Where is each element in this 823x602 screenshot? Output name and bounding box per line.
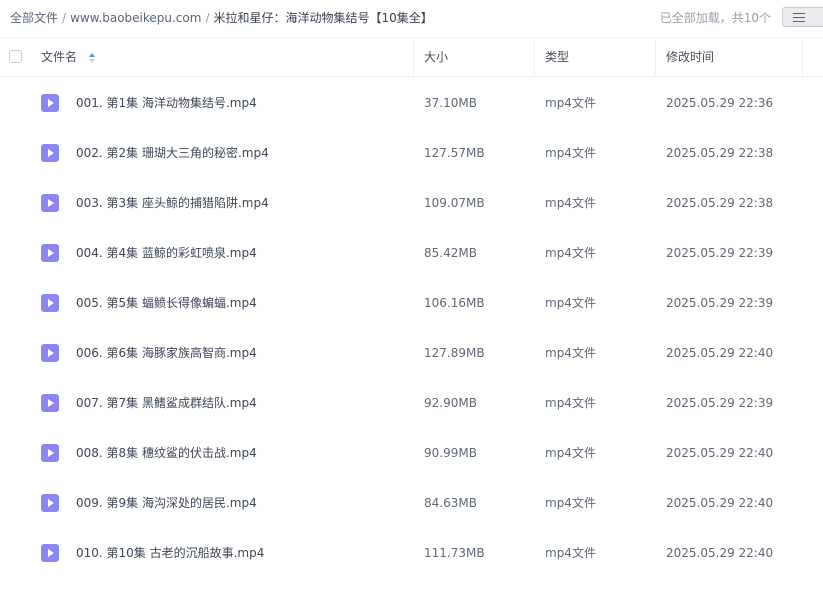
file-list: 001. 第1集 海洋动物集结号.mp4 37.10MB mp4文件 2025.05.… [0, 78, 823, 578]
sort-icon[interactable] [88, 52, 96, 64]
video-file-icon[interactable] [40, 293, 60, 313]
file-row[interactable]: 001. 第1集 海洋动物集结号.mp4 37.10MB mp4文件 2025.05.… [0, 78, 823, 128]
loaded-status: 已全部加载，共10个 [659, 11, 771, 25]
file-row[interactable]: 004. 第4集 蓝鲸的彩虹喷泉.mp4 85.42MB mp4文件 2025.05.… [0, 228, 823, 278]
file-row[interactable]: 007. 第7集 黑鳍鲨成群结队.mp4 92.90MB mp4文件 2025.05.… [0, 378, 823, 428]
file-name[interactable]: 010. 第10集 古老的沉船故事.mp4 [76, 528, 264, 578]
file-name[interactable]: 005. 第5集 蝠鲼长得像蝙蝠.mp4 [76, 278, 257, 328]
file-size: 90.99MB [424, 446, 477, 460]
video-file-icon[interactable] [40, 443, 60, 463]
file-size: 111.73MB [424, 546, 485, 560]
file-size: 92.90MB [424, 396, 477, 410]
file-row[interactable]: 009. 第9集 海沟深处的居民.mp4 84.63MB mp4文件 2025.05.… [0, 478, 823, 528]
file-size: 85.42MB [424, 246, 477, 260]
column-divider[interactable] [655, 38, 656, 77]
file-size: 106.16MB [424, 296, 485, 310]
file-row[interactable]: 010. 第10集 古老的沉船故事.mp4 111.73MB mp4文件 2025.0… [0, 528, 823, 578]
breadcrumb-root[interactable]: 全部文件 [10, 11, 58, 25]
column-header-name[interactable]: 文件名 [41, 38, 77, 77]
file-modified-time: 2025.05.29 22:39 [666, 246, 774, 260]
file-row[interactable]: 002. 第2集 珊瑚大三角的秘密.mp4 127.57MB mp4文件 2025.0… [0, 128, 823, 178]
video-file-icon[interactable] [40, 543, 60, 563]
file-size: 84.63MB [424, 496, 477, 510]
column-divider[interactable] [802, 38, 803, 77]
file-table-header: 文件名 大小 类型 修改时间 [0, 37, 823, 77]
file-modified-time: 2025.05.29 22:36 [666, 96, 774, 110]
file-modified-time: 2025.05.29 22:38 [666, 196, 774, 210]
file-type: mp4文件 [545, 496, 596, 510]
breadcrumb: 全部文件 / www.baobeikepu.com / 米拉和星仔：海洋动物集结号【10… [10, 9, 433, 26]
breadcrumb-separator: / [205, 11, 210, 25]
file-modified-time: 2025.05.29 22:39 [666, 296, 774, 310]
column-divider[interactable] [413, 38, 414, 77]
file-name[interactable]: 001. 第1集 海洋动物集结号.mp4 [76, 78, 257, 128]
file-type: mp4文件 [545, 546, 596, 560]
file-type: mp4文件 [545, 146, 596, 160]
file-row[interactable]: 008. 第8集 穗纹鲨的伏击战.mp4 90.99MB mp4文件 2025.05.… [0, 428, 823, 478]
select-all-checkbox[interactable] [9, 50, 22, 63]
top-bar: 全部文件 / www.baobeikepu.com / 米拉和星仔：海洋动物集结号【10… [0, 0, 823, 34]
file-modified-time: 2025.05.29 22:40 [666, 496, 774, 510]
column-header-size[interactable]: 大小 [424, 38, 448, 77]
video-file-icon[interactable] [40, 143, 60, 163]
breadcrumb-site[interactable]: www.baobeikepu.com [70, 11, 201, 25]
file-size: 127.89MB [424, 346, 485, 360]
file-name[interactable]: 003. 第3集 座头鲸的捕猎陷阱.mp4 [76, 178, 269, 228]
column-header-modified[interactable]: 修改时间 [666, 38, 714, 77]
file-type: mp4文件 [545, 346, 596, 360]
file-modified-time: 2025.05.29 22:39 [666, 396, 774, 410]
file-modified-time: 2025.05.29 22:40 [666, 546, 774, 560]
list-view-icon [793, 12, 805, 22]
file-name[interactable]: 008. 第8集 穗纹鲨的伏击战.mp4 [76, 428, 257, 478]
file-modified-time: 2025.05.29 22:40 [666, 346, 774, 360]
file-row[interactable]: 005. 第5集 蝠鲼长得像蝙蝠.mp4 106.16MB mp4文件 2025.05… [0, 278, 823, 328]
file-name[interactable]: 007. 第7集 黑鳍鲨成群结队.mp4 [76, 378, 257, 428]
file-size: 109.07MB [424, 196, 485, 210]
column-divider[interactable] [534, 38, 535, 77]
video-file-icon[interactable] [40, 193, 60, 213]
video-file-icon[interactable] [40, 493, 60, 513]
file-type: mp4文件 [545, 296, 596, 310]
file-name[interactable]: 009. 第9集 海沟深处的居民.mp4 [76, 478, 257, 528]
file-name[interactable]: 002. 第2集 珊瑚大三角的秘密.mp4 [76, 128, 269, 178]
file-type: mp4文件 [545, 246, 596, 260]
file-type: mp4文件 [545, 196, 596, 210]
file-modified-time: 2025.05.29 22:40 [666, 446, 774, 460]
breadcrumb-separator: / [62, 11, 67, 25]
file-name[interactable]: 004. 第4集 蓝鲸的彩虹喷泉.mp4 [76, 228, 257, 278]
file-name[interactable]: 006. 第6集 海豚家族高智商.mp4 [76, 328, 257, 378]
video-file-icon[interactable] [40, 93, 60, 113]
file-type: mp4文件 [545, 96, 596, 110]
breadcrumb-current-folder: 米拉和星仔：海洋动物集结号【10集全】 [213, 11, 433, 25]
file-row[interactable]: 006. 第6集 海豚家族高智商.mp4 127.89MB mp4文件 2025.05… [0, 328, 823, 378]
file-type: mp4文件 [545, 446, 596, 460]
file-modified-time: 2025.05.29 22:38 [666, 146, 774, 160]
video-file-icon[interactable] [40, 343, 60, 363]
file-row[interactable]: 003. 第3集 座头鲸的捕猎陷阱.mp4 109.07MB mp4文件 2025.0… [0, 178, 823, 228]
file-type: mp4文件 [545, 396, 596, 410]
file-size: 37.10MB [424, 96, 477, 110]
column-header-type[interactable]: 类型 [545, 38, 569, 77]
file-size: 127.57MB [424, 146, 485, 160]
video-file-icon[interactable] [40, 243, 60, 263]
list-view-button[interactable] [782, 7, 823, 27]
video-file-icon[interactable] [40, 393, 60, 413]
